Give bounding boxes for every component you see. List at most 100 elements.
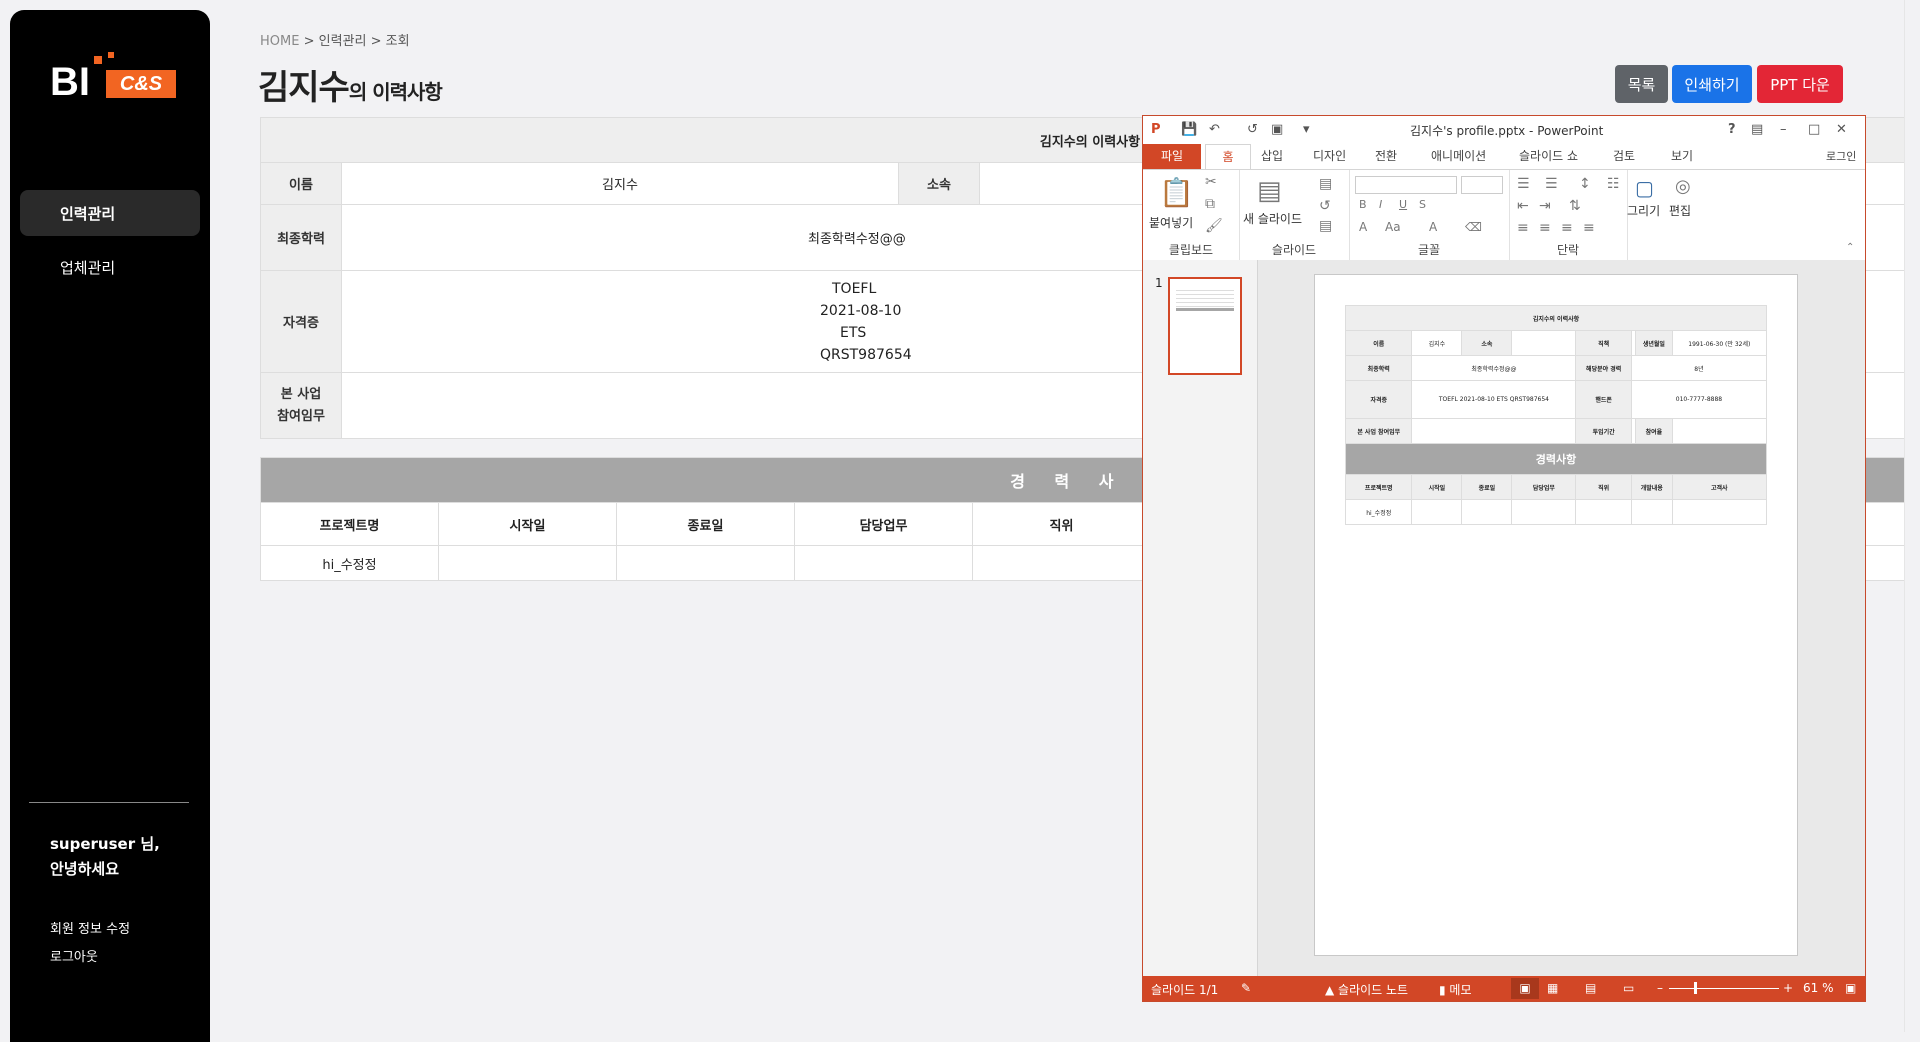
edit-profile-link[interactable]: 회원 정보 수정 bbox=[50, 918, 130, 937]
tab-file[interactable]: 파일 bbox=[1143, 144, 1201, 169]
tab-transitions[interactable]: 전환 bbox=[1375, 144, 1397, 169]
nav-item-hr[interactable]: 인력관리 bbox=[20, 190, 200, 236]
slide-cell: 자격증 bbox=[1344, 380, 1413, 419]
career-cell bbox=[972, 545, 1151, 581]
normal-view-icon[interactable]: ▣ bbox=[1511, 978, 1539, 999]
decrease-indent-icon[interactable]: ⇤ bbox=[1517, 198, 1529, 214]
slideshow-icon[interactable]: ▭ bbox=[1623, 981, 1634, 995]
paste-icon[interactable]: 📋 bbox=[1159, 176, 1194, 209]
reading-view-icon[interactable]: ▤ bbox=[1585, 981, 1596, 995]
slide-count: 슬라이드 1/1 bbox=[1151, 983, 1219, 997]
underline-icon[interactable]: U bbox=[1399, 198, 1407, 211]
zoom-level[interactable]: 61 % bbox=[1803, 981, 1834, 995]
edit-button[interactable]: 편집 bbox=[1669, 202, 1691, 219]
align-left-icon[interactable]: ≡ bbox=[1517, 220, 1529, 236]
shadow-icon[interactable]: S bbox=[1419, 198, 1426, 211]
page-scrollbar[interactable] bbox=[1904, 0, 1920, 1032]
logout-link[interactable]: 로그아웃 bbox=[50, 946, 98, 965]
shapes-icon[interactable]: ▢ bbox=[1635, 176, 1654, 200]
sidebar: BI C&S 인력관리 업체관리 superuser 님, 안녕하세요 회원 정… bbox=[10, 10, 210, 1042]
change-case-icon[interactable]: Aa bbox=[1385, 220, 1401, 234]
justify-icon[interactable]: ≡ bbox=[1583, 220, 1595, 236]
breadcrumb-home[interactable]: HOME bbox=[260, 34, 299, 49]
paste-button[interactable]: 붙여넣기 bbox=[1149, 214, 1193, 231]
save-icon[interactable]: 💾 bbox=[1181, 122, 1197, 137]
list-button[interactable]: 목록 bbox=[1615, 65, 1668, 103]
increase-indent-icon[interactable]: ⇥ bbox=[1539, 198, 1551, 214]
slide-editor[interactable]: 김지수의 이력사항 이름 김지수 소속 직책 생년월일 1991-06-30 (… bbox=[1258, 260, 1865, 976]
ppt-download-button[interactable]: PPT 다운 bbox=[1757, 65, 1843, 103]
slide-cell: 시작일 bbox=[1411, 474, 1463, 500]
layout-icon[interactable]: ▤ bbox=[1319, 176, 1332, 192]
tab-design[interactable]: 디자인 bbox=[1313, 144, 1346, 169]
font-size-select[interactable] bbox=[1461, 176, 1503, 194]
nav-item-company[interactable]: 업체관리 bbox=[20, 244, 200, 290]
career-header: 시작일 bbox=[438, 502, 617, 546]
numbering-icon[interactable]: ☰ bbox=[1545, 176, 1558, 192]
help-icon[interactable]: ? bbox=[1728, 122, 1736, 137]
name-label: 이름 bbox=[260, 162, 342, 205]
close-icon[interactable]: ✕ bbox=[1836, 122, 1847, 137]
tab-insert[interactable]: 삽입 bbox=[1261, 144, 1283, 169]
collapse-ribbon-icon[interactable]: ⌃ bbox=[1846, 242, 1854, 253]
greeting-line-2: 안녕하세요 bbox=[50, 860, 120, 878]
notes-button[interactable]: ▲ 슬라이드 노트 bbox=[1325, 981, 1408, 998]
new-slide-icon[interactable]: ▤ bbox=[1257, 176, 1282, 206]
font-name-select[interactable] bbox=[1355, 176, 1457, 194]
redo-icon[interactable]: ↺ bbox=[1247, 122, 1258, 137]
spell-check-icon[interactable]: ✎ bbox=[1241, 981, 1251, 995]
tab-animations[interactable]: 애니메이션 bbox=[1431, 144, 1486, 169]
tab-slideshow[interactable]: 슬라이드 쇼 bbox=[1519, 144, 1578, 169]
new-slide-button[interactable]: 새 슬라이드 bbox=[1243, 210, 1302, 227]
format-painter-icon[interactable]: 🖌 bbox=[1205, 218, 1223, 234]
align-center-icon[interactable]: ≡ bbox=[1539, 220, 1551, 236]
company-logo[interactable]: BI C&S bbox=[50, 52, 180, 112]
group-editing: ◎ 편집 bbox=[1665, 170, 1705, 260]
bullets-icon[interactable]: ☰ bbox=[1517, 176, 1530, 192]
zoom-slider-thumb[interactable] bbox=[1694, 982, 1697, 994]
minimize-icon[interactable]: – bbox=[1780, 122, 1787, 137]
slide-canvas[interactable]: 김지수의 이력사항 이름 김지수 소속 직책 생년월일 1991-06-30 (… bbox=[1314, 274, 1798, 956]
ribbon-display-icon[interactable]: ▤ bbox=[1751, 122, 1763, 137]
undo-icon[interactable]: ↶ bbox=[1209, 122, 1220, 137]
slide-cell bbox=[1511, 330, 1577, 356]
find-icon[interactable]: ◎ bbox=[1675, 176, 1691, 197]
tab-view[interactable]: 보기 bbox=[1671, 144, 1693, 169]
slide-cell: 고객사 bbox=[1671, 474, 1768, 500]
breadcrumb-hr[interactable]: 인력관리 bbox=[319, 34, 367, 49]
columns-icon[interactable]: ☷ bbox=[1607, 176, 1620, 192]
cut-icon[interactable]: ✂ bbox=[1205, 174, 1217, 190]
reset-icon[interactable]: ↺ bbox=[1319, 198, 1331, 214]
fit-slide-icon[interactable]: ▣ bbox=[1845, 981, 1856, 995]
text-direction-icon[interactable]: ⇅ bbox=[1569, 198, 1581, 214]
sign-in-link[interactable]: 로그인 bbox=[1826, 144, 1856, 169]
group-label-slides: 슬라이드 bbox=[1271, 243, 1317, 257]
ppt-titlebar[interactable]: P 💾 ↶ ↺ ▣ ▾ 김지수's profile.pptx - PowerPo… bbox=[1143, 116, 1865, 144]
line-spacing-icon[interactable]: ↕ bbox=[1579, 176, 1591, 192]
print-button[interactable]: 인쇄하기 bbox=[1672, 65, 1752, 103]
present-from-start-icon[interactable]: ▣ bbox=[1271, 122, 1283, 137]
slide-thumbnail[interactable] bbox=[1168, 277, 1242, 375]
italic-icon[interactable]: I bbox=[1379, 198, 1382, 211]
font-color-icon[interactable]: A bbox=[1359, 220, 1367, 234]
draw-button[interactable]: 그리기 bbox=[1627, 202, 1660, 219]
tab-home[interactable]: 홈 bbox=[1205, 144, 1251, 171]
zoom-in-icon[interactable]: + bbox=[1783, 981, 1793, 995]
role-label-line-1: 본 사업 bbox=[280, 386, 322, 402]
section-icon[interactable]: ▤ bbox=[1319, 218, 1332, 234]
zoom-out-icon[interactable]: – bbox=[1657, 981, 1663, 995]
title-suffix: 의 이력사항 bbox=[348, 80, 443, 104]
maximize-icon[interactable]: □ bbox=[1808, 122, 1820, 137]
comments-button[interactable]: ▮ 메모 bbox=[1439, 981, 1472, 998]
align-right-icon[interactable]: ≡ bbox=[1561, 220, 1573, 236]
slide-cell: 직책 bbox=[1575, 330, 1632, 356]
customize-toolbar-icon[interactable]: ▾ bbox=[1303, 122, 1310, 137]
grow-font-icon[interactable]: A bbox=[1429, 220, 1437, 234]
copy-icon[interactable]: ⧉ bbox=[1205, 196, 1215, 212]
zoom-slider[interactable] bbox=[1669, 988, 1779, 989]
powerpoint-window[interactable]: P 💾 ↶ ↺ ▣ ▾ 김지수's profile.pptx - PowerPo… bbox=[1142, 115, 1866, 1002]
bold-icon[interactable]: B bbox=[1359, 198, 1367, 211]
clear-formatting-icon[interactable]: ⌫ bbox=[1465, 220, 1482, 234]
slide-sorter-icon[interactable]: ▦ bbox=[1547, 981, 1558, 995]
tab-review[interactable]: 검토 bbox=[1613, 144, 1635, 169]
